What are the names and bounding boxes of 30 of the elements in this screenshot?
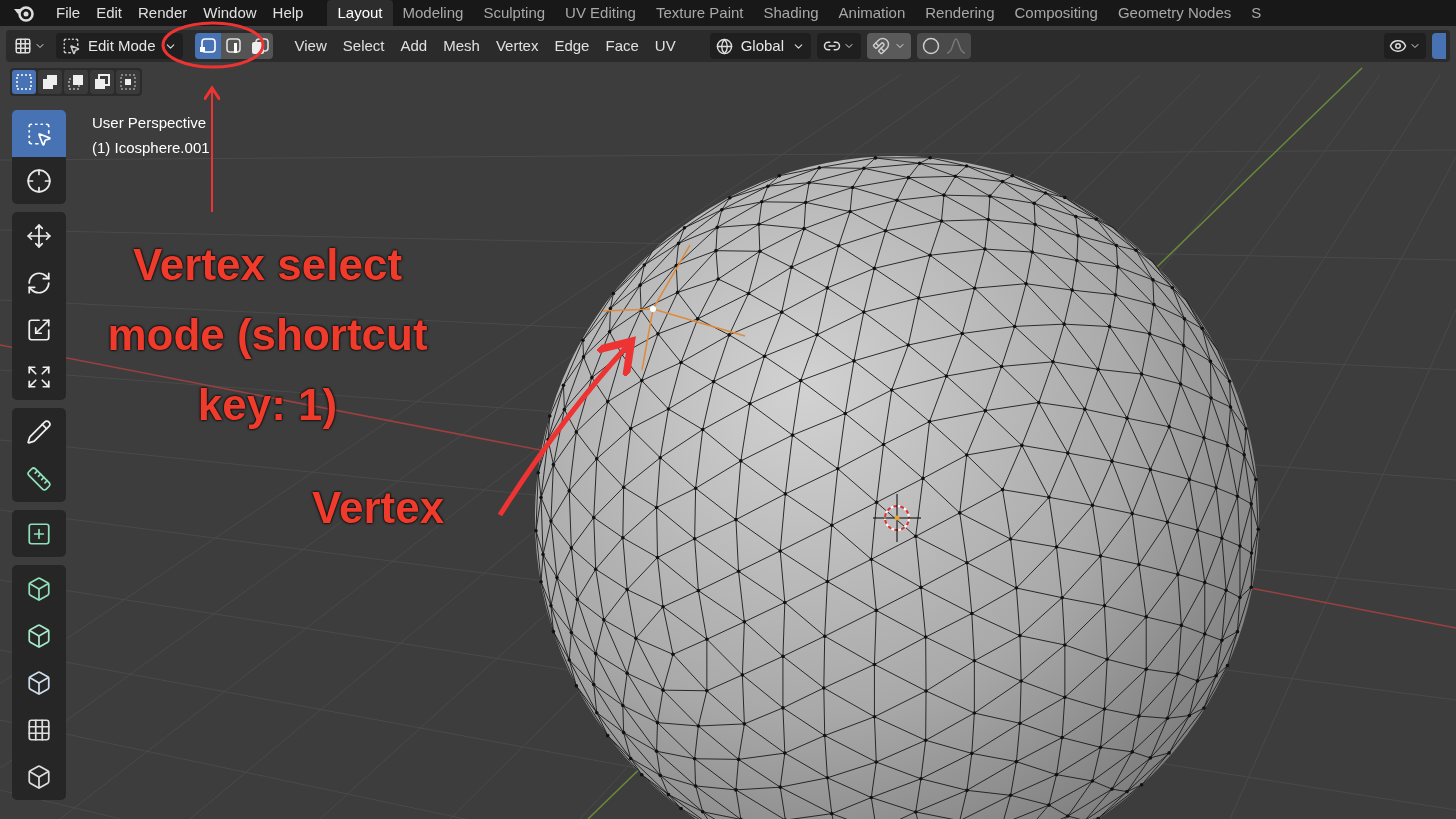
workspace-tab[interactable]: UV Editing [555,0,646,26]
header-menu-item[interactable]: Face [599,34,645,58]
header-menu-item[interactable]: Edge [548,34,596,58]
workspace-tab[interactable]: Sculpting [473,0,556,26]
header-menu-item[interactable]: Mesh [437,34,486,58]
menu-item[interactable]: File [48,1,89,25]
workspace-tab[interactable]: S [1241,0,1272,26]
header-menu-item[interactable]: View [288,34,333,58]
menu-item[interactable]: Render [130,1,196,25]
view-name: User Perspective [92,113,208,133]
workspace-tab[interactable]: Geometry Nodes [1107,0,1242,26]
mode-dropdown[interactable]: Edit Mode [56,33,183,59]
header-menu-item[interactable]: Add [394,34,434,58]
object-name: (1) Icosphere.001 [92,138,210,158]
workspace-tab[interactable]: Compositing [1004,0,1108,26]
workspace-tab[interactable]: Shading [753,0,829,26]
workspace-tab[interactable]: Texture Paint [645,0,754,26]
workspace-tab[interactable]: Layout [327,0,393,26]
orientation-dropdown[interactable]: Global [709,33,812,59]
menu-item[interactable]: Help [264,1,312,25]
header-menu-item[interactable]: UV [648,34,682,58]
menu-item[interactable]: Window [195,1,265,25]
annotation-text: Vertex [312,482,445,534]
workspace-tab[interactable]: Rendering [915,0,1005,26]
workspace-tab[interactable]: Animation [828,0,916,26]
menu-item[interactable]: Edit [88,1,131,25]
header-menu-item[interactable]: Vertex [489,34,545,58]
annotation-text: Vertex select mode (shortcut key: 1) [106,239,429,431]
header-menu-item[interactable]: Select [336,34,391,58]
workspace-tab[interactable]: Modeling [392,0,474,26]
